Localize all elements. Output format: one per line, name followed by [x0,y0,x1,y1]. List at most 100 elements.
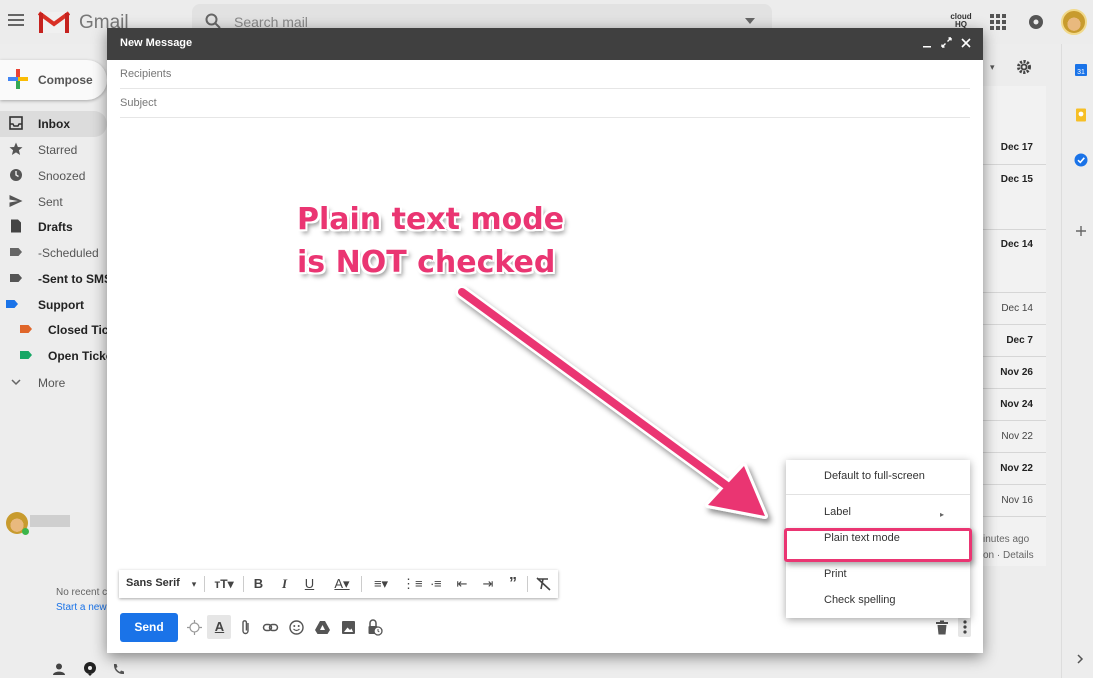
draft-icon [11,219,21,233]
sidebar-item-sent-to-sms[interactable]: -Sent to SMS [0,266,112,292]
email-row[interactable]: Dec 7 [983,325,1046,357]
hangouts-start-new-link[interactable]: Start a new [56,602,107,613]
tasks-icon[interactable] [1074,153,1088,167]
text-color-icon[interactable]: A▾ [328,576,356,592]
sidebar-item-support[interactable]: Support [0,292,107,318]
email-row[interactable]: Nov 22 [983,421,1046,453]
insert-photo-icon[interactable] [340,619,357,636]
email-row[interactable]: Nov 26 [983,357,1046,389]
clock-icon [10,169,22,181]
toolbar-divider [204,576,205,592]
person-icon[interactable] [53,663,65,675]
sidebar-item-inbox[interactable]: Inbox [0,111,107,137]
font-family-select[interactable]: Sans Serif [126,577,180,589]
menu-item-check-spelling[interactable]: Check spelling [824,594,896,606]
sidebar-item-label: Inbox [38,117,70,131]
sidebar-item-snoozed[interactable]: Snoozed [0,163,107,189]
formatting-options-icon[interactable]: A [211,619,228,635]
email-row[interactable]: Dec 14 [983,293,1046,325]
sidebar-item-sent[interactable]: Sent [0,189,107,215]
calendar-icon[interactable]: 31 [1074,63,1088,77]
keep-icon[interactable] [1074,108,1088,122]
link-icon[interactable] [262,619,279,636]
sidebar-item-label: Support [38,298,84,312]
chevron-right-icon[interactable] [1074,653,1086,665]
sidebar-item-label: More [38,376,66,390]
indent-more-icon[interactable]: ⇥ [480,576,496,592]
side-panel-rail [1061,44,1093,678]
schedule-send-icon[interactable] [366,619,383,636]
sidebar-item-label: Starred [38,143,78,157]
recipients-field[interactable]: Recipients [120,61,970,89]
last-activity-text: inutes ago [983,534,1030,545]
minimize-icon[interactable] [922,38,932,48]
quote-icon[interactable]: ” [505,576,521,592]
label-icon [10,274,22,282]
discard-draft-icon[interactable] [935,620,949,635]
annotation-text-line-1: Plain text mode [297,202,565,237]
search-icon[interactable] [205,13,221,29]
emoji-icon[interactable] [288,619,305,636]
bulleted-list-icon[interactable]: ∙≡ [428,576,444,592]
chevron-down-icon [11,379,21,386]
email-row-spacer [983,165,1046,230]
numbered-list-icon[interactable]: ⋮≡ [402,576,423,592]
font-size-icon[interactable]: тT▾ [210,576,238,592]
google-drive-icon[interactable] [314,619,331,636]
sidebar-item-label: Snoozed [38,169,86,183]
email-row[interactable]: Dec 14 [983,230,1046,293]
menu-item-print[interactable]: Print [824,568,847,580]
phone-icon[interactable] [112,663,125,676]
sidebar-item-scheduled[interactable]: -Scheduled [0,240,107,266]
main-menu-icon[interactable] [8,14,24,26]
toolbar-divider [527,576,528,592]
list-options-caret-icon[interactable]: ▾ [990,62,995,73]
toolbar-divider [243,576,244,592]
label-icon [20,325,32,333]
underline-icon[interactable]: U [302,576,317,592]
more-options-button[interactable] [958,617,971,637]
menu-item-label[interactable]: Label [824,506,851,518]
send-icon [9,195,23,207]
close-icon[interactable] [961,38,971,48]
activity-details-link[interactable]: on · Details [983,550,1034,561]
font-caret-icon[interactable]: ▾ [188,576,200,592]
email-row[interactable]: Nov 22 [983,453,1046,485]
full-screen-icon[interactable] [941,37,952,48]
sidebar-item-drafts[interactable]: Drafts [0,214,107,240]
email-row[interactable]: Dec 17 [983,132,1046,165]
account-avatar[interactable] [1061,9,1087,35]
add-addon-icon[interactable] [1074,224,1088,238]
send-button[interactable]: Send [120,613,178,642]
search-options-caret-icon[interactable] [745,18,755,24]
hangouts-bubble-icon[interactable] [83,662,97,676]
annotation-highlight-box [784,528,972,562]
email-row[interactable]: Nov 24 [983,389,1046,421]
confidential-mode-icon[interactable] [186,619,203,636]
hangouts-user-name[interactable] [30,515,70,527]
remove-formatting-icon[interactable] [536,577,551,591]
sidebar-item-open-tickets[interactable]: Open Ticke [0,343,112,369]
sidebar-item-closed-tickets[interactable]: Closed Tick [0,317,115,343]
notifications-icon[interactable] [1028,13,1044,31]
email-date: Nov 22 [1001,431,1033,442]
attach-icon[interactable] [237,619,254,636]
annotation-text-line-2: is NOT checked [297,245,556,280]
menu-item-default-full-screen[interactable]: Default to full-screen [824,470,925,482]
email-date: Dec 17 [1000,142,1033,153]
sidebar-item-more[interactable]: More [0,370,107,396]
gear-icon[interactable] [1016,59,1032,75]
email-row[interactable]: Nov 16 [983,485,1046,517]
align-icon[interactable]: ≡▾ [367,576,395,592]
italic-icon[interactable]: I [277,576,292,592]
apps-grid-icon[interactable] [990,14,1006,30]
subject-field[interactable]: Subject [120,90,970,118]
sidebar-item-label: Closed Tick [48,323,116,337]
email-date: Nov 22 [1000,463,1033,474]
hangouts-no-recent: No recent c [56,587,108,598]
bold-icon[interactable]: B [251,576,266,592]
compose-header[interactable] [107,28,983,60]
indent-less-icon[interactable]: ⇤ [454,576,470,592]
gmail-logo-icon[interactable] [38,10,70,34]
sidebar-item-starred[interactable]: Starred [0,137,107,163]
